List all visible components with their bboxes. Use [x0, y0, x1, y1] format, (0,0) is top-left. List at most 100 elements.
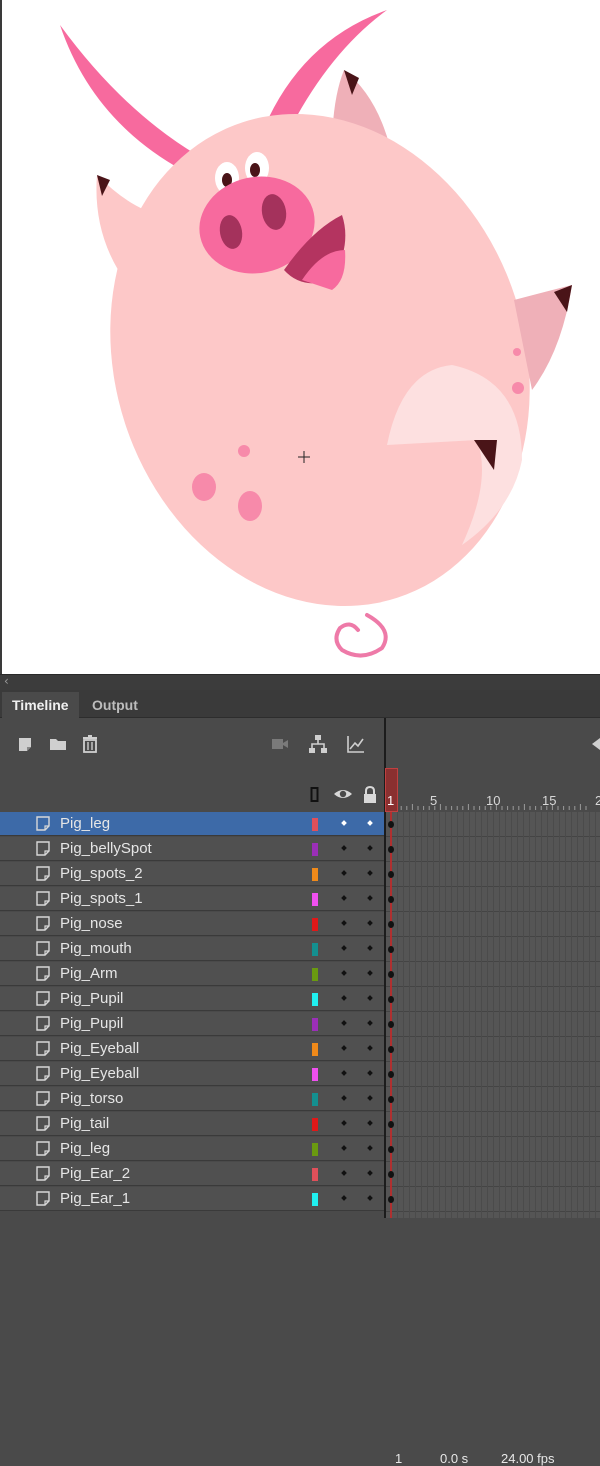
lock-toggle[interactable]: [367, 945, 373, 951]
visibility-toggle[interactable]: [341, 1070, 347, 1076]
new-folder-icon[interactable]: [48, 734, 68, 754]
frame-grid[interactable]: [386, 812, 600, 1218]
layer-row[interactable]: Pig_Arm: [0, 962, 384, 986]
layer-color-swatch[interactable]: [312, 993, 318, 1006]
keyframe[interactable]: [388, 1196, 394, 1203]
layer-row[interactable]: Pig_nose: [0, 912, 384, 936]
visibility-toggle[interactable]: [341, 895, 347, 901]
keyframe[interactable]: [388, 846, 394, 853]
layer-color-swatch[interactable]: [312, 818, 318, 831]
layer-row[interactable]: Pig_spots_1: [0, 887, 384, 911]
layer-name[interactable]: Pig_torso: [60, 1090, 123, 1107]
layer-name[interactable]: Pig_spots_2: [60, 865, 143, 882]
visibility-toggle[interactable]: [341, 970, 347, 976]
visibility-toggle[interactable]: [341, 870, 347, 876]
lock-toggle[interactable]: [367, 1195, 373, 1201]
layer-name[interactable]: Pig_Pupil: [60, 990, 123, 1007]
layer-color-swatch[interactable]: [312, 893, 318, 906]
lock-toggle[interactable]: [367, 1145, 373, 1151]
layer-name[interactable]: Pig_mouth: [60, 940, 132, 957]
lock-icon[interactable]: [362, 786, 378, 804]
layer-row[interactable]: Pig_torso: [0, 1087, 384, 1111]
layer-row[interactable]: Pig_mouth: [0, 937, 384, 961]
layer-name[interactable]: Pig_Eyeball: [60, 1065, 139, 1082]
keyframe[interactable]: [388, 1071, 394, 1078]
camera-icon[interactable]: [270, 734, 290, 754]
visibility-toggle[interactable]: [341, 945, 347, 951]
visibility-toggle[interactable]: [341, 1170, 347, 1176]
visibility-toggle[interactable]: [341, 1195, 347, 1201]
layer-color-swatch[interactable]: [312, 868, 318, 881]
layer-row[interactable]: Pig_spots_2: [0, 862, 384, 886]
layer-row[interactable]: Pig_Ear_2: [0, 1162, 384, 1186]
layer-color-swatch[interactable]: [312, 843, 318, 856]
lock-toggle[interactable]: [367, 1120, 373, 1126]
layer-color-swatch[interactable]: [312, 1093, 318, 1106]
layer-color-swatch[interactable]: [312, 1068, 318, 1081]
outline-icon[interactable]: [310, 786, 320, 804]
stage-canvas[interactable]: [0, 0, 600, 674]
lock-toggle[interactable]: [367, 1095, 373, 1101]
keyframe[interactable]: [388, 1096, 394, 1103]
layer-row[interactable]: Pig_Ear_1: [0, 1187, 384, 1211]
lock-toggle[interactable]: [367, 895, 373, 901]
visibility-toggle[interactable]: [341, 1045, 347, 1051]
layer-name[interactable]: Pig_Ear_1: [60, 1190, 130, 1207]
keyframe[interactable]: [388, 1121, 394, 1128]
current-time-field[interactable]: 0.0 s: [440, 1451, 468, 1466]
layer-name[interactable]: Pig_leg: [60, 815, 110, 832]
visibility-toggle[interactable]: [341, 820, 347, 826]
collapse-chevron-icon[interactable]: ‹: [4, 674, 9, 688]
lock-toggle[interactable]: [367, 1020, 373, 1026]
keyframe[interactable]: [388, 1146, 394, 1153]
lock-toggle[interactable]: [367, 1045, 373, 1051]
layer-color-swatch[interactable]: [312, 1143, 318, 1156]
layer-name[interactable]: Pig_leg: [60, 1140, 110, 1157]
visibility-toggle[interactable]: [341, 1145, 347, 1151]
tab-output[interactable]: Output: [82, 692, 148, 718]
keyframe[interactable]: [388, 1046, 394, 1053]
layer-color-swatch[interactable]: [312, 1118, 318, 1131]
keyframe[interactable]: [388, 996, 394, 1003]
panel-collapse-bar[interactable]: ‹: [0, 674, 600, 690]
visibility-toggle[interactable]: [341, 845, 347, 851]
visibility-toggle[interactable]: [341, 1120, 347, 1126]
lock-toggle[interactable]: [367, 820, 373, 826]
lock-toggle[interactable]: [367, 920, 373, 926]
keyframe[interactable]: [388, 871, 394, 878]
fps-field[interactable]: 24.00 fps: [501, 1451, 555, 1466]
layer-row[interactable]: Pig_leg: [0, 812, 384, 836]
play-back-icon[interactable]: [588, 734, 600, 754]
visibility-toggle[interactable]: [341, 1095, 347, 1101]
keyframe[interactable]: [388, 921, 394, 928]
lock-toggle[interactable]: [367, 845, 373, 851]
layer-name[interactable]: Pig_Arm: [60, 965, 118, 982]
layer-color-swatch[interactable]: [312, 1018, 318, 1031]
keyframe[interactable]: [388, 1021, 394, 1028]
eye-icon[interactable]: [333, 786, 353, 802]
layer-name[interactable]: Pig_Eyeball: [60, 1040, 139, 1057]
layer-name[interactable]: Pig_bellySpot: [60, 840, 152, 857]
layer-row[interactable]: Pig_Pupil: [0, 987, 384, 1011]
layer-row[interactable]: Pig_leg: [0, 1137, 384, 1161]
delete-icon[interactable]: [80, 734, 100, 754]
layer-row[interactable]: Pig_Eyeball: [0, 1062, 384, 1086]
lock-toggle[interactable]: [367, 870, 373, 876]
layer-row[interactable]: Pig_Pupil: [0, 1012, 384, 1036]
visibility-toggle[interactable]: [341, 1020, 347, 1026]
layer-name[interactable]: Pig_spots_1: [60, 890, 143, 907]
graph-icon[interactable]: [346, 734, 366, 754]
layer-parenting-icon[interactable]: [308, 734, 328, 754]
layer-name[interactable]: Pig_Ear_2: [60, 1165, 130, 1182]
layer-name[interactable]: Pig_Pupil: [60, 1015, 123, 1032]
keyframe[interactable]: [388, 946, 394, 953]
layer-color-swatch[interactable]: [312, 1193, 318, 1206]
new-layer-icon[interactable]: [16, 734, 36, 754]
visibility-toggle[interactable]: [341, 920, 347, 926]
layer-row[interactable]: Pig_tail: [0, 1112, 384, 1136]
keyframe[interactable]: [388, 971, 394, 978]
lock-toggle[interactable]: [367, 995, 373, 1001]
layer-color-swatch[interactable]: [312, 1168, 318, 1181]
layer-color-swatch[interactable]: [312, 968, 318, 981]
keyframe[interactable]: [388, 821, 394, 828]
